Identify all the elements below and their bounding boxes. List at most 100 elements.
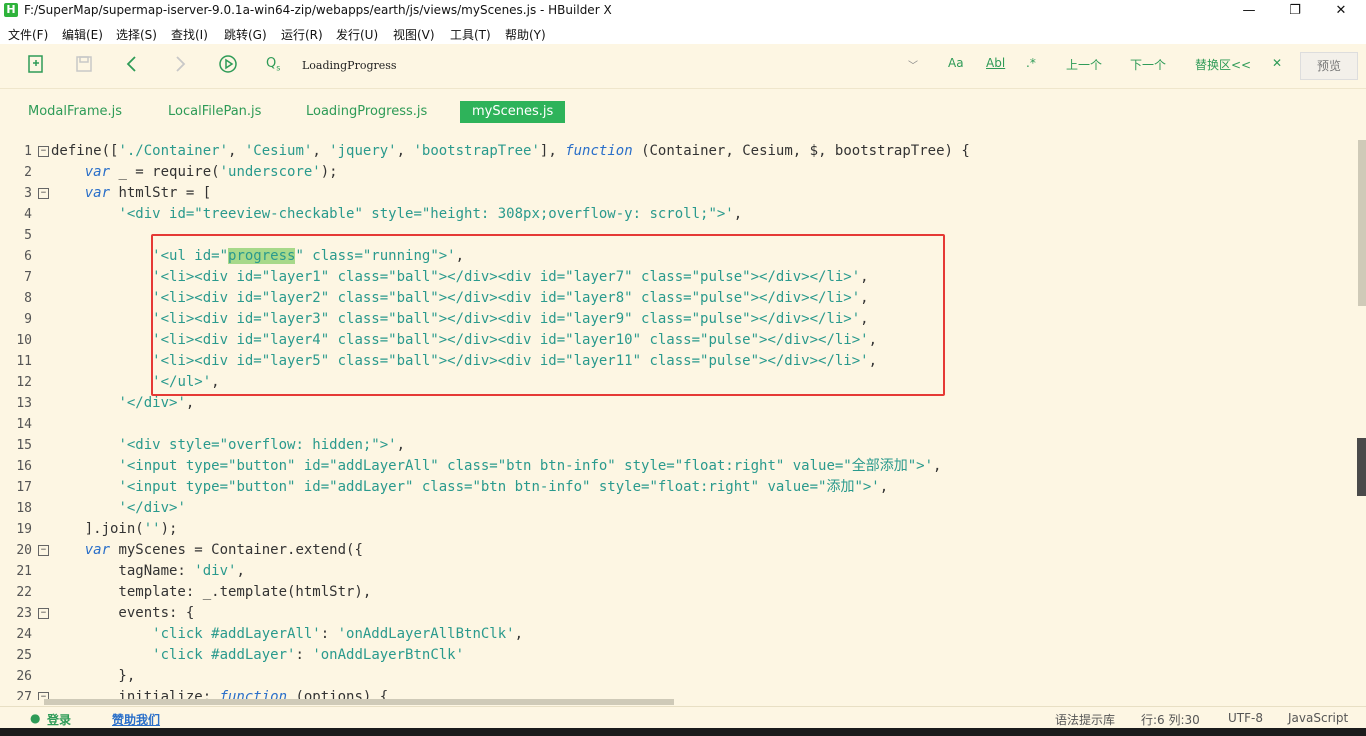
code-line[interactable]: 2 var _ = require('underscore'); [0, 162, 1356, 183]
line-number: 22 [16, 585, 32, 600]
fold-toggle-icon[interactable]: − [38, 608, 49, 619]
code-line[interactable]: 20− var myScenes = Container.extend({ [0, 540, 1356, 561]
syntax-hint-library[interactable]: 语法提示库 [1055, 711, 1115, 728]
menu-help[interactable]: 帮助(Y) [505, 26, 546, 43]
file-encoding[interactable]: UTF-8 [1228, 711, 1263, 725]
close-window-button[interactable]: ✕ [1318, 0, 1364, 22]
code-token: 'onAddLayerAllBtnClk' [337, 626, 515, 642]
code-text: template: _.template(htmlStr), [51, 582, 371, 603]
code-line[interactable]: 16 '<input type="button" id="addLayerAll… [0, 456, 1356, 477]
code-editor[interactable]: 1− define(['./Container', 'Cesium', 'jque… [0, 140, 1356, 700]
code-token: (Container, Cesium, $, bootstrapTree) { [632, 143, 970, 159]
search-input[interactable] [302, 57, 862, 73]
code-token: ].join( [51, 521, 144, 537]
code-token: '</div>' [118, 395, 186, 411]
run-icon[interactable] [216, 54, 240, 78]
code-line[interactable]: 25 'click #addLayer': 'onAddLayerBtnClk' [0, 645, 1356, 666]
save-icon[interactable] [72, 54, 96, 78]
tab-loadingprogress[interactable]: LoadingProgress.js [306, 101, 427, 123]
code-line[interactable]: 21 tagName: 'div', [0, 561, 1356, 582]
code-text: 'click #addLayer': 'onAddLayerBtnClk' [51, 645, 464, 666]
code-line[interactable]: 14 [0, 414, 1356, 435]
horizontal-scrollbar[interactable] [44, 699, 674, 705]
line-number: 4 [24, 207, 32, 222]
code-line[interactable]: 17 '<input type="button" id="addLayer" c… [0, 477, 1356, 498]
fold-toggle-icon[interactable]: − [38, 146, 49, 157]
code-token: , [933, 458, 942, 474]
code-token: '<div style="overflow: hidden;">' [118, 437, 397, 453]
menu-tools[interactable]: 工具(T) [450, 26, 491, 43]
back-icon[interactable] [120, 54, 144, 78]
fold-toggle-icon[interactable]: − [38, 188, 49, 199]
tab-localfilepan[interactable]: LocalFilePan.js [168, 101, 261, 123]
code-line[interactable]: 13 '</div>', [0, 393, 1356, 414]
menu-edit[interactable]: 编辑(E) [62, 26, 103, 43]
code-line[interactable]: 26 }, [0, 666, 1356, 687]
code-line[interactable]: 18 '</div>' [0, 498, 1356, 519]
language-mode[interactable]: JavaScript [1288, 711, 1348, 725]
code-token: , [733, 206, 743, 222]
maximize-button[interactable]: ❐ [1272, 0, 1318, 22]
line-number: 15 [16, 438, 32, 453]
menu-file[interactable]: 文件(F) [8, 26, 48, 43]
code-token: : [295, 647, 313, 663]
code-token: './Container' [118, 143, 229, 159]
code-line[interactable]: 1− define(['./Container', 'Cesium', 'jque… [0, 141, 1356, 162]
match-case-toggle[interactable]: Aa [948, 56, 964, 70]
chevron-down-icon[interactable]: ﹀ [908, 57, 918, 72]
menu-select[interactable]: 选择(S) [116, 26, 157, 43]
code-line[interactable]: 4 '<div id="treeview-checkable" style="h… [0, 204, 1356, 225]
code-token: ], [539, 143, 566, 159]
line-number: 5 [24, 228, 32, 243]
whole-word-toggle[interactable]: Abl [986, 56, 1005, 70]
code-token: , [514, 626, 524, 642]
sponsor-link[interactable]: 赞助我们 [112, 711, 160, 728]
login-link[interactable]: 登录 [47, 711, 71, 728]
forward-icon[interactable] [168, 54, 192, 78]
status-bar: ● 登录 赞助我们 语法提示库 行:6 列:30 UTF-8 JavaScrip… [0, 706, 1366, 729]
tab-myscenes[interactable]: myScenes.js [460, 101, 566, 123]
menu-run[interactable]: 运行(R) [281, 26, 323, 43]
code-token: 'bootstrapTree' [413, 143, 540, 159]
code-line[interactable]: 19 ].join(''); [0, 519, 1356, 540]
window-title: F:/SuperMap/supermap-iserver-9.0.1a-win6… [24, 3, 612, 17]
menu-publish[interactable]: 发行(U) [336, 26, 378, 43]
menu-goto[interactable]: 跳转(G) [224, 26, 267, 43]
hbuilder-logo-icon: H [4, 3, 18, 17]
code-token: : [320, 626, 338, 642]
new-file-icon[interactable] [24, 54, 48, 78]
tab-modalframe[interactable]: ModalFrame.js [28, 101, 122, 123]
code-text: var myScenes = Container.extend({ [51, 540, 363, 561]
minimize-button[interactable]: — [1226, 0, 1272, 22]
vertical-scrollbar[interactable] [1358, 140, 1366, 306]
minimap-marker[interactable] [1357, 438, 1366, 496]
menu-view[interactable]: 视图(V) [393, 26, 435, 43]
find-prev-button[interactable]: 上一个 [1066, 56, 1102, 73]
code-line[interactable]: 23− events: { [0, 603, 1356, 624]
code-line[interactable]: 15 '<div style="overflow: hidden;">', [0, 435, 1356, 456]
code-line[interactable]: 24 'click #addLayerAll': 'onAddLayerAllB… [0, 624, 1356, 645]
code-line[interactable]: 22 template: _.template(htmlStr), [0, 582, 1356, 603]
menu-find[interactable]: 查找(I) [171, 26, 208, 43]
find-next-button[interactable]: 下一个 [1130, 56, 1166, 73]
code-text: '<input type="button" id="addLayer" clas… [51, 477, 888, 498]
code-token: , [312, 143, 330, 159]
code-token: '</div>' [118, 500, 186, 516]
code-token: , [236, 563, 245, 579]
preview-button[interactable]: 预览 [1300, 52, 1358, 80]
code-line[interactable]: 3− var htmlStr = [ [0, 183, 1356, 204]
code-text: define(['./Container', 'Cesium', 'jquery… [51, 141, 970, 162]
fold-toggle-icon[interactable]: − [38, 545, 49, 556]
regex-toggle[interactable]: .* [1026, 56, 1036, 70]
close-find-icon[interactable]: ✕ [1272, 56, 1282, 70]
replace-toggle-button[interactable]: 替换区<< [1195, 56, 1251, 73]
find-bar: Qs ﹀ [262, 52, 924, 78]
code-token: function [565, 143, 633, 159]
